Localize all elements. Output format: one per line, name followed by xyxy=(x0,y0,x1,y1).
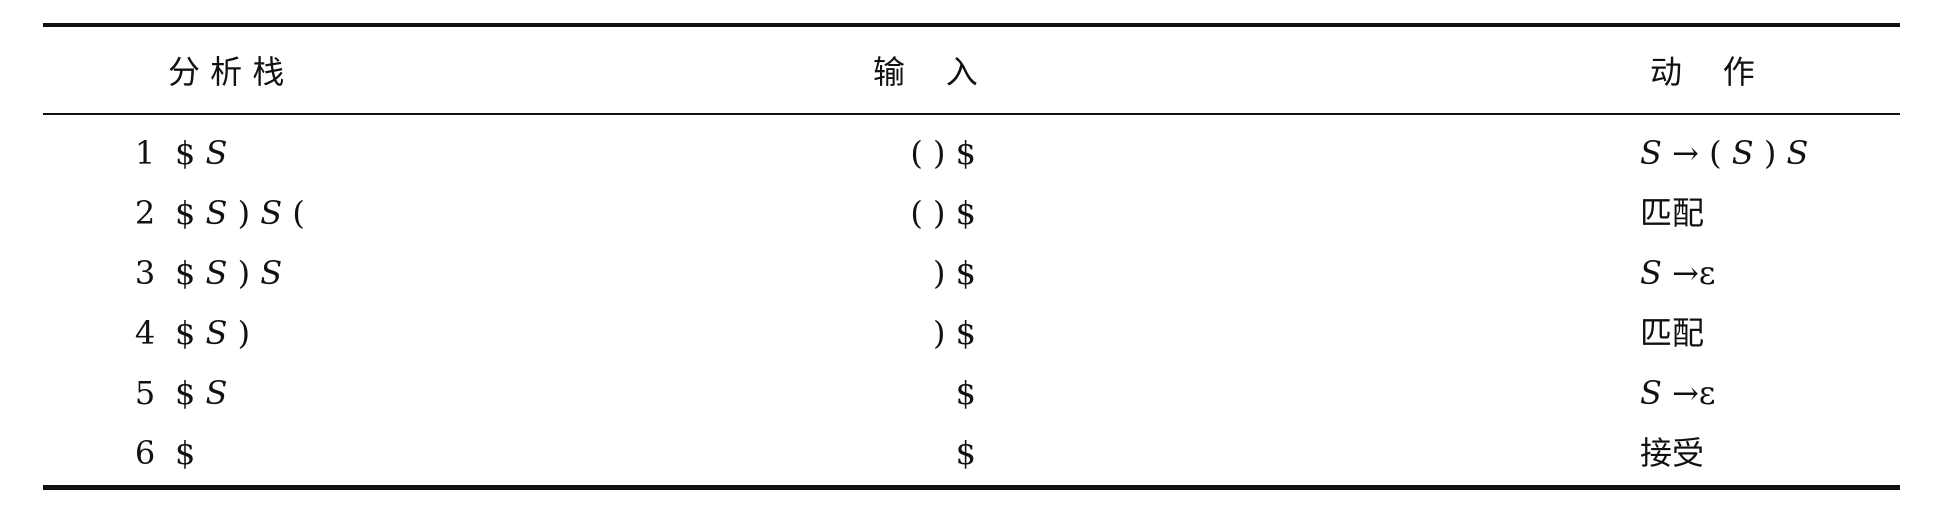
table-row: 3 $ S ) S ) $ S →ε xyxy=(0,243,1941,303)
input-cell: $ xyxy=(955,434,976,472)
table-row: 2 $ S ) S ( ( ) $ 匹配 xyxy=(0,183,1941,243)
action-cell: S → ( S ) S xyxy=(1640,134,1809,172)
table-row: 4 $ S ) ) $ 匹配 xyxy=(0,303,1941,363)
header-input: 输 入 xyxy=(873,53,978,91)
row-number: 4 xyxy=(134,314,156,352)
action-cell: S →ε xyxy=(1640,254,1716,292)
input-cell: ) $ xyxy=(932,254,976,292)
row-number: 2 xyxy=(134,194,156,232)
stack-cell: $ S ) S xyxy=(175,254,283,292)
input-cell: $ xyxy=(955,374,976,412)
table-row: 5 $ S $ S →ε xyxy=(0,363,1941,423)
action-cell: 匹配 xyxy=(1640,314,1705,352)
row-number: 1 xyxy=(134,134,156,172)
stack-cell: $ S ) xyxy=(175,314,251,352)
table-row: 6 $ $ 接受 xyxy=(0,423,1941,483)
header-stack: 分 析 栈 xyxy=(168,53,285,91)
header-rule xyxy=(43,113,1900,115)
table-bottom-rule xyxy=(43,485,1900,490)
action-cell: 接受 xyxy=(1640,434,1705,472)
row-number: 3 xyxy=(134,254,156,292)
stack-cell: $ xyxy=(175,434,196,472)
row-number: 5 xyxy=(134,374,156,412)
input-cell: ( ) $ xyxy=(910,134,976,172)
action-cell: 匹配 xyxy=(1640,194,1705,232)
action-cell: S →ε xyxy=(1640,374,1716,412)
row-number: 6 xyxy=(134,434,156,472)
stack-cell: $ S xyxy=(175,374,228,412)
input-cell: ( ) $ xyxy=(910,194,976,232)
input-cell: ) $ xyxy=(932,314,976,352)
header-action: 动 作 xyxy=(1650,53,1755,91)
table-top-rule xyxy=(43,23,1900,27)
stack-cell: $ S ) S ( xyxy=(175,194,305,232)
table-row: 1 $ S ( ) $ S → ( S ) S xyxy=(0,123,1941,183)
stack-cell: $ S xyxy=(175,134,228,172)
